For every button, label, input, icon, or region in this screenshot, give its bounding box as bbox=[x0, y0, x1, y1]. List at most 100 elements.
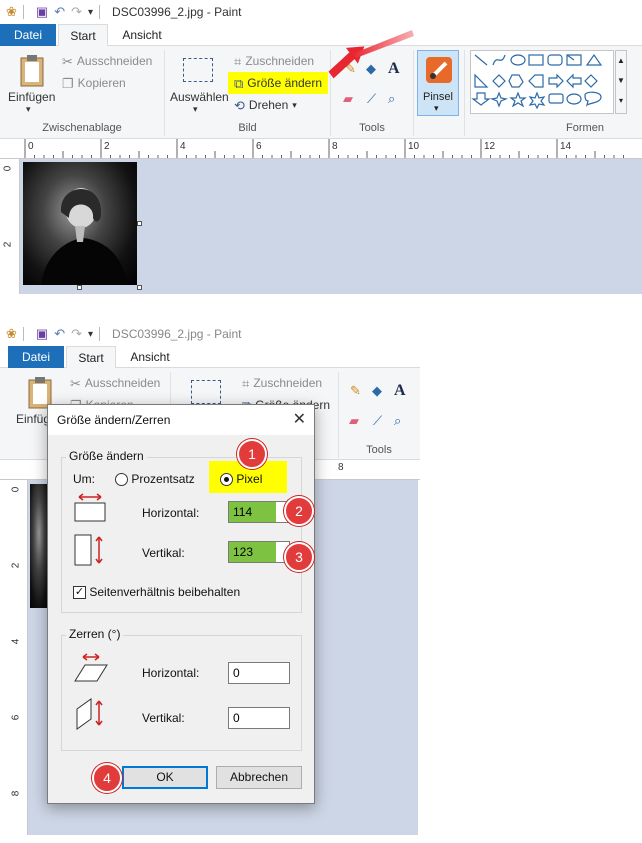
close-icon[interactable]: ✕ bbox=[293, 409, 306, 429]
picker-icon[interactable]: ⟋ bbox=[367, 92, 376, 105]
pencil-icon[interactable]: ✎ bbox=[350, 384, 361, 397]
divider bbox=[22, 5, 24, 19]
shapes-gallery[interactable] bbox=[470, 50, 614, 114]
rotate-button[interactable]: ⟲ Drehen ▾ bbox=[234, 98, 297, 112]
skew-horizontal-input[interactable] bbox=[228, 662, 290, 684]
ruler-label: 2 bbox=[104, 141, 110, 152]
step-badge-2: 2 bbox=[284, 496, 314, 526]
paste-label: Einfügen bbox=[8, 90, 56, 104]
brushes-dropdown-icon: ▾ bbox=[434, 103, 439, 113]
rotate-label: Drehen bbox=[248, 98, 289, 112]
paste-dropdown-icon[interactable]: ▾ bbox=[26, 104, 31, 115]
magnifier-icon[interactable]: ⌕ bbox=[394, 414, 401, 427]
resize-handle-right[interactable] bbox=[137, 221, 142, 226]
horizontal-resize-icon bbox=[74, 493, 106, 522]
cancel-button[interactable]: Abbrechen bbox=[216, 766, 302, 789]
vertical-resize-icon bbox=[74, 534, 103, 566]
resize-icon: ⧉ bbox=[234, 75, 244, 91]
skew-vertical-input[interactable] bbox=[228, 707, 290, 729]
save-icon[interactable]: ▣ bbox=[36, 4, 48, 20]
select-icon bbox=[183, 58, 213, 82]
portrait-silhouette bbox=[41, 188, 127, 285]
skew-vertical-label: Vertikal: bbox=[142, 711, 185, 725]
picker-icon[interactable]: ⟋ bbox=[373, 414, 382, 427]
horizontal-skew-icon bbox=[74, 653, 108, 682]
ribbon: Einfügen ▾ ✂ Ausschneiden ❐ Kopieren Zwisc… bbox=[0, 30, 642, 139]
step-badge-3: 3 bbox=[284, 542, 314, 572]
undo-icon[interactable]: ↶ bbox=[54, 4, 65, 20]
text-icon[interactable]: A bbox=[394, 382, 406, 400]
skew-horizontal-label: Horizontal: bbox=[142, 666, 200, 680]
horizontal-input[interactable] bbox=[228, 501, 290, 523]
group-divider bbox=[464, 50, 465, 136]
customize-arrow-icon[interactable]: ▾ bbox=[88, 7, 93, 18]
redo-icon[interactable]: ↷ bbox=[71, 4, 82, 20]
image-group-label: Bild bbox=[238, 122, 257, 134]
divider bbox=[99, 5, 101, 19]
redo-icon[interactable]: ↷ bbox=[71, 326, 82, 342]
resize-group-label: Größe ändern bbox=[66, 449, 147, 463]
cut-button[interactable]: ✂ Ausschneiden bbox=[62, 54, 152, 68]
crop-label: Zuschneiden bbox=[253, 376, 323, 390]
paste-button[interactable]: Einfügen bbox=[8, 90, 55, 104]
vertical-input[interactable] bbox=[228, 541, 290, 563]
customize-arrow-icon[interactable]: ▾ bbox=[88, 329, 93, 340]
tools-group-label: Tools bbox=[359, 122, 385, 134]
eraser-icon[interactable]: ▰ bbox=[349, 414, 359, 427]
eraser-icon[interactable]: ▰ bbox=[343, 92, 353, 105]
ruler-ticks bbox=[24, 139, 624, 158]
copy-button[interactable]: ❐Kopieren bbox=[62, 76, 126, 90]
tab-file[interactable]: Datei bbox=[0, 24, 56, 46]
clipboard-icon bbox=[20, 55, 44, 87]
crop-button[interactable]: ⌗ Zuschneiden bbox=[242, 376, 322, 390]
percent-radio[interactable]: Prozentsatz bbox=[115, 472, 195, 487]
vertical-skew-icon bbox=[76, 698, 103, 730]
shapes-scroll[interactable]: ▲ ▼ ▾ bbox=[615, 50, 627, 114]
ruler-label: 14 bbox=[560, 141, 572, 152]
undo-icon[interactable]: ↶ bbox=[54, 326, 65, 342]
tab-file[interactable]: Datei bbox=[8, 346, 64, 368]
vertical-ruler: 0 2 4 6 8 bbox=[8, 480, 28, 835]
photo-image[interactable] bbox=[23, 162, 137, 285]
resize-dialog: Größe ändern/Zerren ✕ Größe ändern Um: P… bbox=[47, 404, 315, 804]
select-button[interactable]: Auswählen bbox=[170, 90, 229, 104]
vertical-ruler: 02 bbox=[0, 159, 20, 294]
pixel-radio[interactable]: Pixel bbox=[220, 472, 263, 487]
tab-view[interactable]: Ansicht bbox=[112, 24, 172, 47]
ruler-label: 12 bbox=[484, 141, 496, 152]
fill-icon[interactable]: ◆ bbox=[372, 384, 382, 397]
title-bar: ❀ ▣ ↶ ↷ ▾ DSC03996_2.jpg - Paint bbox=[0, 322, 420, 346]
horizontal-ruler: 0 2 4 6 8 10 12 14 bbox=[0, 139, 642, 159]
step-badge-4: 4 bbox=[92, 763, 122, 793]
select-icon bbox=[191, 380, 221, 404]
ruler-label: 8 bbox=[338, 462, 344, 473]
rotate-icon: ⟲ bbox=[234, 97, 245, 113]
ruler-label: 0 bbox=[2, 165, 14, 172]
resize-handle-bottom[interactable] bbox=[77, 285, 82, 290]
tab-home[interactable]: Start bbox=[66, 346, 116, 369]
brush-icon bbox=[426, 57, 452, 83]
pixel-label: Pixel bbox=[236, 472, 263, 486]
tab-home[interactable]: Start bbox=[58, 24, 108, 47]
dialog-title-bar: Größe ändern/Zerren ✕ bbox=[48, 405, 314, 435]
cut-button[interactable]: ✂ Ausschneiden bbox=[70, 376, 160, 390]
vertical-label: Vertikal: bbox=[142, 546, 185, 560]
clipboard-group-label: Zwischenablage bbox=[42, 122, 122, 134]
crop-button[interactable]: ⌗ Zuschneiden bbox=[234, 54, 314, 68]
ruler-label: 2 bbox=[2, 241, 14, 248]
ok-button[interactable]: OK bbox=[122, 766, 208, 789]
tab-view[interactable]: Ansicht bbox=[120, 346, 180, 369]
percent-label: Prozentsatz bbox=[131, 472, 195, 486]
aspect-checkbox[interactable]: ✓ Seitenverhältnis beibehalten bbox=[73, 585, 240, 600]
tab-row: Datei Start Ansicht bbox=[0, 346, 420, 369]
cut-label: Ausschneiden bbox=[84, 376, 161, 390]
scissors-icon: ✂ bbox=[70, 375, 81, 391]
save-icon[interactable]: ▣ bbox=[36, 326, 48, 342]
tools-group-label: Tools bbox=[366, 444, 392, 456]
select-dropdown-icon[interactable]: ▾ bbox=[193, 104, 198, 115]
resize-button[interactable]: ⧉Größe ändern bbox=[234, 76, 322, 90]
resize-label: Größe ändern bbox=[247, 76, 323, 90]
resize-handle-corner[interactable] bbox=[137, 285, 142, 290]
magnifier-icon[interactable]: ⌕ bbox=[388, 92, 395, 105]
brushes-button[interactable]: Pinsel ▾ bbox=[417, 50, 459, 116]
